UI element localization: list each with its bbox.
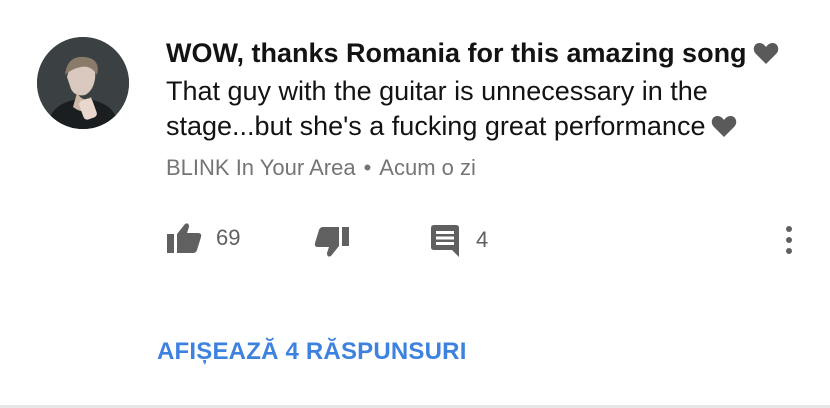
comment-body: WOW, thanks Romania for this amazing son… — [166, 36, 806, 147]
avatar[interactable] — [37, 37, 129, 129]
comment-line-2: That guy with the guitar is unnecessary … — [166, 74, 806, 109]
more-dot — [786, 237, 792, 243]
show-replies-button[interactable]: AFIȘEAZĂ 4 RĂSPUNSURI — [157, 338, 467, 366]
avatar-photo — [37, 37, 129, 129]
comment-time: Acum o zi — [379, 155, 476, 180]
thumbs-down-icon — [314, 227, 349, 257]
meta-separator: • — [363, 155, 372, 180]
reply-button[interactable]: 4 — [428, 222, 488, 258]
black-heart-icon — [753, 39, 779, 74]
reply-count: 4 — [476, 227, 489, 252]
more-options-button[interactable] — [783, 226, 795, 254]
author-name[interactable]: BLINK In Your Area — [166, 155, 356, 180]
like-count: 69 — [216, 225, 241, 250]
more-vertical-icon — [786, 226, 792, 232]
black-heart-icon — [711, 112, 737, 147]
comment-text-2: That guy with the guitar is unnecessary … — [166, 76, 708, 106]
comment-line-3: stage...but she's a fucking great perfor… — [166, 109, 806, 147]
comment-icon — [431, 225, 459, 257]
dislike-button[interactable] — [314, 226, 350, 258]
comment-actions: 69 4 — [0, 218, 830, 268]
comment-text-3: stage...but she's a fucking great perfor… — [166, 111, 706, 141]
more-dot — [786, 248, 792, 254]
comment-meta: BLINK In Your Area • Acum o zi — [166, 155, 476, 181]
thumbs-up-icon — [167, 223, 202, 253]
comment-line-1: WOW, thanks Romania for this amazing son… — [166, 36, 806, 74]
like-button[interactable]: 69 — [166, 222, 240, 254]
comment-text-1: WOW, thanks Romania for this amazing son… — [166, 38, 747, 68]
